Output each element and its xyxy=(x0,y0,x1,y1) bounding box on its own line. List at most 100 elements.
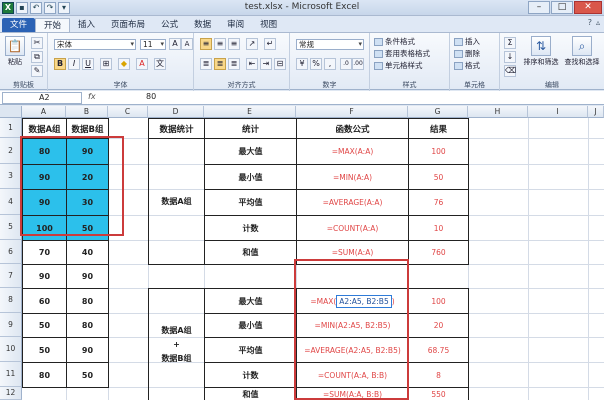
delete-cells-button[interactable]: 删除 xyxy=(454,48,480,59)
data-cell[interactable]: 80 xyxy=(22,138,67,165)
column-title-a[interactable]: 数据A组 xyxy=(22,118,67,139)
orientation-icon[interactable]: ↗ xyxy=(246,38,258,50)
formula-cell[interactable]: =MIN(A:A) xyxy=(296,164,409,190)
underline-button[interactable]: U xyxy=(82,58,94,70)
cell-styles-button[interactable]: 单元格样式 xyxy=(374,60,423,71)
shrink-font-icon[interactable]: A xyxy=(181,38,193,50)
comma-button[interactable]: , xyxy=(324,58,336,70)
formula-cell[interactable]: =AVERAGE(A:A) xyxy=(296,189,409,216)
stat-name[interactable]: 和值 xyxy=(204,240,297,265)
header-data-stats[interactable]: 数据统计 xyxy=(148,118,205,139)
formula-cell[interactable]: =COUNT(A:A) xyxy=(296,215,409,241)
data-cell[interactable]: 50 xyxy=(66,362,109,388)
bold-button[interactable]: B xyxy=(54,58,66,70)
align-left-icon[interactable]: ≣ xyxy=(200,58,212,70)
row-header-4[interactable]: 4 xyxy=(0,189,22,215)
minimize-icon[interactable]: – xyxy=(528,1,550,14)
clear-icon[interactable]: ⌫ xyxy=(504,65,516,77)
formula-cell[interactable]: =MIN(A2:A5, B2:B5) xyxy=(296,313,409,338)
grow-font-icon[interactable]: A xyxy=(169,38,181,50)
data-cell[interactable]: 90 xyxy=(22,189,67,216)
wrap-text-icon[interactable]: ↵ xyxy=(264,38,276,50)
fill-color-icon[interactable]: ◆ xyxy=(118,58,130,70)
formula-input[interactable]: 80 xyxy=(146,92,156,101)
font-color-icon[interactable]: A xyxy=(136,58,148,70)
fill-icon[interactable]: ↓ xyxy=(504,51,516,63)
table-format-button[interactable]: 套用表格格式 xyxy=(374,48,430,59)
maximize-icon[interactable]: □ xyxy=(551,1,573,14)
align-center-icon[interactable]: ≣ xyxy=(214,58,226,70)
tab-view[interactable]: 视图 xyxy=(252,18,285,32)
decrease-indent-icon[interactable]: ⇤ xyxy=(246,58,258,70)
phonetic-icon[interactable]: 文 xyxy=(154,58,166,70)
currency-icon[interactable]: ¥ xyxy=(296,58,308,70)
tab-file[interactable]: 文件 xyxy=(2,18,36,32)
ribbon-minimize-icon[interactable]: ▵ xyxy=(596,18,600,27)
fx-icon[interactable]: fx xyxy=(88,92,96,101)
copy-icon[interactable]: ⧉ xyxy=(31,51,43,63)
align-middle-icon[interactable]: ≡ xyxy=(214,38,226,50)
data-cell[interactable]: 50 xyxy=(22,313,67,338)
paste-button[interactable]: 📋 粘贴 xyxy=(4,36,26,67)
result-cell[interactable]: 76 xyxy=(408,189,469,216)
column-title-b[interactable]: 数据B组 xyxy=(66,118,109,139)
column-header-b[interactable]: B xyxy=(66,106,108,118)
data-cell[interactable]: 80 xyxy=(66,288,109,314)
data-cell[interactable]: 90 xyxy=(66,264,109,289)
font-name-combo[interactable]: 宋体 xyxy=(54,39,136,50)
row-header-7[interactable]: 7 xyxy=(0,264,22,288)
help-icon[interactable]: ? xyxy=(588,18,592,27)
column-header-d[interactable]: D xyxy=(148,106,204,118)
column-header-f[interactable]: F xyxy=(296,106,408,118)
group-label-a[interactable]: 数据A组 xyxy=(148,138,205,265)
row-header-12[interactable]: 12 xyxy=(0,387,22,400)
group-label-ab[interactable]: 数据A组 + 数据B组 xyxy=(148,288,205,400)
stat-name[interactable]: 最大值 xyxy=(204,288,297,314)
stat-name[interactable]: 最小值 xyxy=(204,313,297,338)
worksheet-grid[interactable]: A B C D E F G H I J 1 2 3 4 5 6 7 8 9 10 11 12 数据A组 数据B组 80 90 90 2… xyxy=(0,106,604,400)
cut-icon[interactable]: ✂ xyxy=(31,37,43,49)
italic-button[interactable]: I xyxy=(68,58,80,70)
tab-insert[interactable]: 插入 xyxy=(70,18,103,32)
row-header-9[interactable]: 9 xyxy=(0,313,22,337)
name-box[interactable]: A2 xyxy=(2,92,82,104)
percent-button[interactable]: % xyxy=(310,58,322,70)
result-cell[interactable]: 50 xyxy=(408,164,469,190)
column-header-h[interactable]: H xyxy=(468,106,528,118)
data-cell[interactable]: 70 xyxy=(22,240,67,265)
data-cell[interactable]: 30 xyxy=(66,189,109,216)
column-header-g[interactable]: G xyxy=(408,106,468,118)
number-format-combo[interactable]: 常规 xyxy=(296,39,364,50)
column-header-e[interactable]: E xyxy=(204,106,296,118)
data-cell[interactable]: 90 xyxy=(22,164,67,190)
result-cell[interactable]: 100 xyxy=(408,288,469,314)
insert-cells-button[interactable]: 插入 xyxy=(454,36,480,47)
column-header-c[interactable]: C xyxy=(108,106,148,118)
data-cell[interactable]: 60 xyxy=(22,288,67,314)
align-top-icon[interactable]: ≡ xyxy=(200,38,212,50)
merge-center-icon[interactable]: ⊟ xyxy=(274,58,286,70)
tab-data[interactable]: 数据 xyxy=(186,18,219,32)
formula-cell[interactable]: =SUM(A:A, B:B) xyxy=(296,387,409,400)
row-header-11[interactable]: 11 xyxy=(0,362,22,387)
data-cell[interactable]: 40 xyxy=(66,240,109,265)
tab-review[interactable]: 审阅 xyxy=(219,18,252,32)
stat-name[interactable]: 平均值 xyxy=(204,189,297,216)
format-cells-button[interactable]: 格式 xyxy=(454,60,480,71)
row-header-1[interactable]: 1 xyxy=(0,118,22,138)
formula-cell[interactable]: =COUNT(A:A, B:B) xyxy=(296,362,409,388)
find-select-button[interactable]: ⌕ 查找和选择 xyxy=(562,36,602,67)
result-cell[interactable]: 8 xyxy=(408,362,469,388)
autosum-icon[interactable]: Σ xyxy=(504,37,516,49)
data-cell[interactable]: 90 xyxy=(22,264,67,289)
result-cell[interactable]: 10 xyxy=(408,215,469,241)
close-icon[interactable]: ✕ xyxy=(574,1,602,14)
stat-name[interactable]: 和值 xyxy=(204,387,297,400)
borders-icon[interactable]: ⊞ xyxy=(100,58,112,70)
formula-cell[interactable]: =MAX(A:A) xyxy=(296,138,409,165)
row-header-2[interactable]: 2 xyxy=(0,138,22,164)
tab-home[interactable]: 开始 xyxy=(35,18,71,32)
column-header-j[interactable]: J xyxy=(588,106,604,118)
data-cell[interactable]: 20 xyxy=(66,164,109,190)
data-cell[interactable]: 90 xyxy=(66,138,109,165)
